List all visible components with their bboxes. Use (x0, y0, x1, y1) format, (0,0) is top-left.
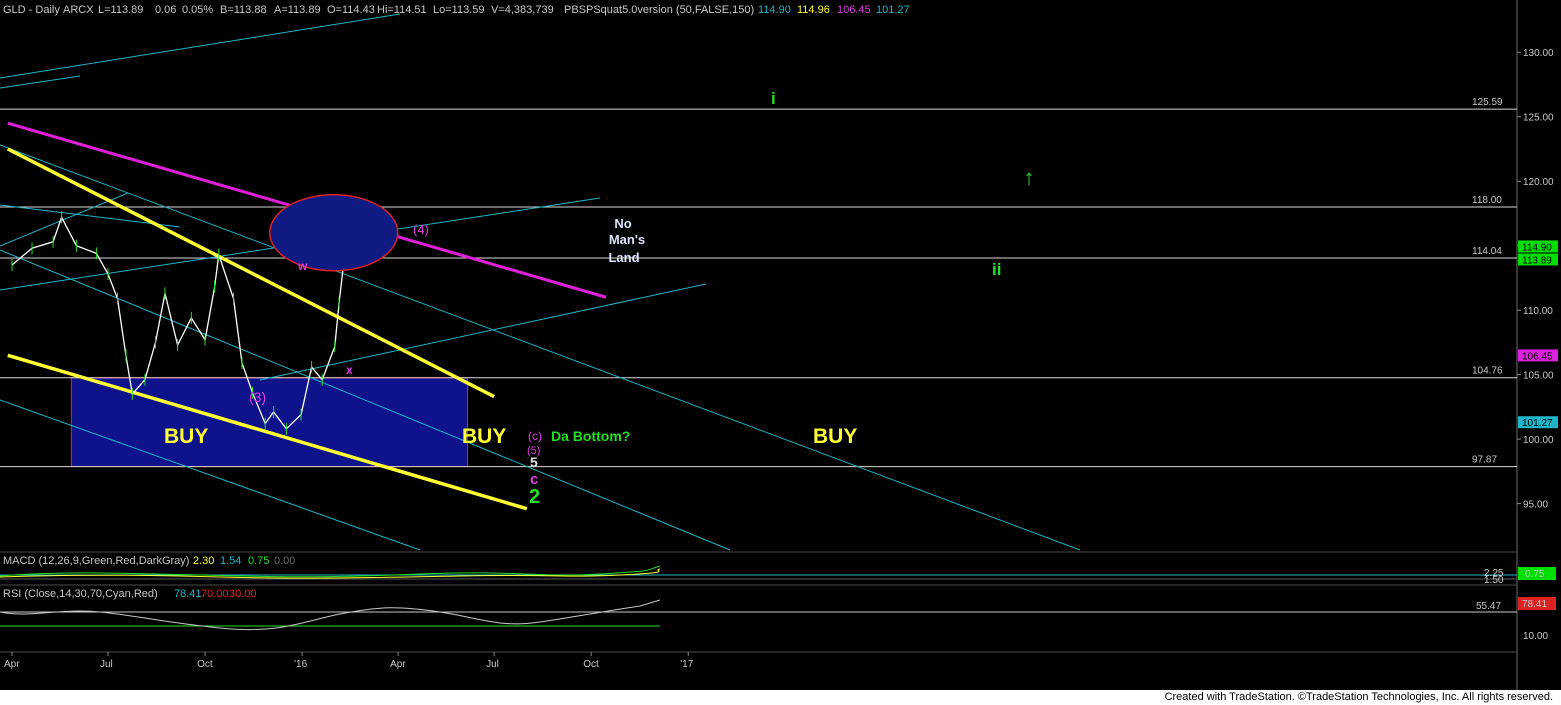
indicator-value-4: 101.27 (876, 4, 910, 16)
no-mans-line-3: Land (608, 250, 639, 265)
level-label: 118.00 (1472, 195, 1502, 206)
channel-line (0, 13, 401, 79)
rsi-tag-label: 78.41 (1522, 599, 1547, 610)
level-label: 104.76 (1472, 366, 1503, 377)
up-arrow-icon: ↑ (1024, 165, 1035, 190)
wave-label-i: i (771, 89, 776, 108)
macd-panel: MACD (12,26,9,Green,Red,DarkGray) 2.30 1… (0, 551, 1556, 586)
price-tag-label: 106.45 (1522, 351, 1553, 362)
volume: V=4,383,739 (491, 4, 554, 16)
rsi-line (0, 599, 661, 631)
no-mans-line-1: No (614, 216, 631, 231)
buy-label: BUY (164, 425, 208, 448)
last-price: L=113.89 (98, 4, 143, 16)
wave-label-c-paren: (c) (528, 429, 542, 443)
wave-label-3: (3) (249, 389, 266, 405)
copyright-text: Created with TradeStation. ©TradeStation… (1164, 691, 1553, 703)
footer-bar: Created with TradeStation. ©TradeStation… (0, 690, 1561, 705)
x-tick-label: Apr (4, 659, 20, 670)
y-tick-label: 120.00 (1523, 177, 1554, 188)
wave-label-5: 5 (530, 454, 538, 470)
indicator-value-2: 114.96 (797, 4, 830, 16)
price-tag-label: 114.90 (1522, 242, 1552, 253)
rsi-value-2: 70.00 (201, 588, 229, 600)
wave-label-w: w (297, 259, 308, 273)
rsi-value-1: 78.41 (174, 588, 202, 600)
rsi-value-3: 30.00 (229, 588, 257, 600)
channel-line (0, 75, 81, 89)
y-tick-label: 130.00 (1523, 48, 1554, 59)
x-tick-label: Jul (100, 659, 113, 670)
level-label: 114.04 (1472, 246, 1502, 257)
time-axis: Apr Jul Oct '16 Apr Jul Oct '17 (4, 652, 694, 670)
y-tick-label: 95.00 (1523, 500, 1548, 511)
cyan-channel-lines (0, 13, 1081, 551)
rsi-label: RSI (Close,14,30,70,Cyan,Red) (3, 588, 158, 600)
macd-level-label: 1.50 (1484, 575, 1504, 586)
wave-label-x: x (346, 363, 353, 377)
x-tick-label: '17 (680, 659, 693, 670)
no-mans-land-ellipse (269, 194, 399, 272)
ask-price: A=113.89 (274, 4, 321, 16)
price-chart: GLD - Daily ARCX L=113.89 0.06 0.05% B=1… (0, 0, 1558, 690)
macd-value-4: 0.00 (274, 555, 295, 567)
change-percent: 0.05% (182, 4, 213, 16)
wave-label-ii: ii (992, 260, 1001, 279)
indicator-name: PBSPSquat5.0version (50,FALSE,150) (564, 4, 754, 16)
rsi-level-label: 55.47 (1476, 601, 1501, 612)
buy-label: BUY (462, 425, 506, 448)
trendline-yellow-upper (6, 147, 495, 399)
buy-label: BUY (813, 425, 857, 448)
no-mans-line-2: Man's (609, 232, 645, 247)
y-tick-label: 105.00 (1523, 371, 1554, 382)
x-tick-label: Jul (486, 659, 499, 670)
x-tick-label: Oct (197, 659, 213, 670)
change-value: 0.06 (155, 4, 176, 16)
x-tick-label: Apr (390, 659, 406, 670)
level-label: 125.59 (1472, 97, 1503, 108)
macd-tag-label: 0.75 (1525, 569, 1545, 580)
x-tick-label: '16 (294, 659, 307, 670)
price-tags: 114.90 113.89 106.45 101.27 (1518, 240, 1558, 429)
high-price: Hi=114.51 (377, 4, 427, 16)
low-price: Lo=113.59 (433, 4, 485, 16)
macd-value-2: 1.54 (220, 555, 241, 567)
y-tick-label: 100.00 (1523, 435, 1554, 446)
open-price: O=114.43 (327, 4, 375, 16)
exchange-label: ARCX (63, 4, 94, 16)
wave-label-2: 2 (529, 486, 540, 508)
macd-value-1: 2.30 (193, 555, 214, 567)
symbol-label: GLD - Daily (3, 4, 60, 16)
header-row: GLD - Daily ARCX L=113.89 0.06 0.05% B=1… (3, 4, 910, 16)
price-tag-label: 113.89 (1522, 255, 1552, 266)
rsi-tick-label: 10.00 (1523, 631, 1548, 642)
y-tick-label: 125.00 (1523, 113, 1554, 124)
indicator-value-1: 114.90 (758, 4, 791, 16)
level-label: 97.87 (1472, 455, 1497, 466)
wave-label-4: (4) (413, 222, 429, 237)
price-axis: 130.00125.00120.00115.00110.00105.00100.… (1517, 48, 1554, 511)
price-tag-label: 101.27 (1522, 418, 1553, 429)
macd-value-3: 0.75 (248, 555, 269, 567)
indicator-value-3: 106.45 (837, 4, 871, 16)
da-bottom-label: Da Bottom? (551, 428, 630, 444)
rsi-panel: RSI (Close,14,30,70,Cyan,Red) 78.41 70.0… (0, 584, 1556, 642)
y-tick-label: 110.00 (1523, 306, 1553, 317)
x-tick-label: Oct (583, 659, 599, 670)
macd-label: MACD (12,26,9,Green,Red,DarkGray) (3, 555, 189, 567)
bid-price: B=113.88 (220, 4, 267, 16)
